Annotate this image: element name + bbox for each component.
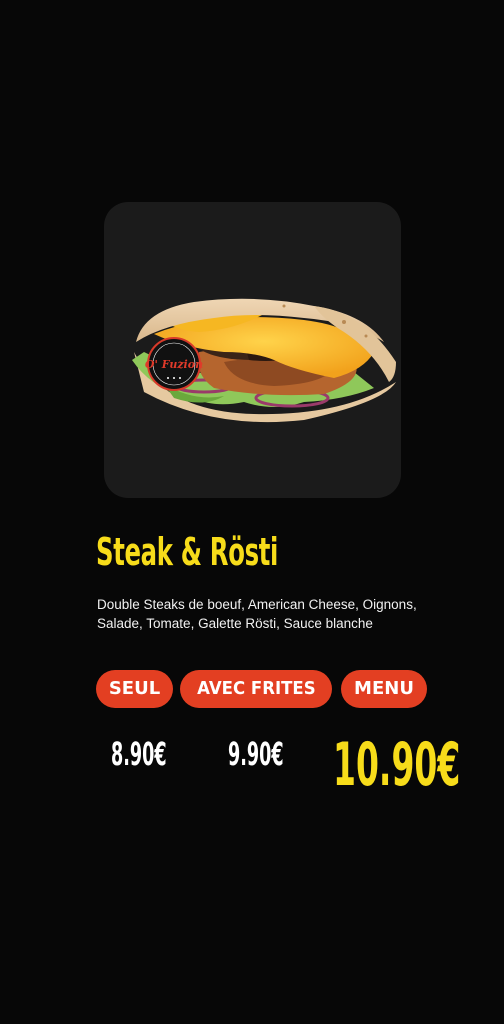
option-seul-button[interactable]: SEUL [96,670,173,708]
svg-text:O' Fuzion: O' Fuzion [145,358,203,371]
price-seul: 8.90€ [111,735,167,773]
product-title: Steak & Rösti [96,530,279,574]
option-menu-button[interactable]: MENU [341,670,427,708]
price-menu: 10.90€ [333,730,461,800]
price-avec-frites: 9.90€ [228,735,284,773]
option-avec-frites-button[interactable]: AVEC FRITES [180,670,332,708]
option-menu-label: MENU [354,678,414,699]
product-image-card: O' Fuzion [104,202,401,498]
option-avec-frites-label: AVEC FRITES [196,678,316,699]
product-description: Double Steaks de boeuf, American Cheese,… [97,597,417,631]
option-seul-label: SEUL [108,678,161,699]
wrap-sandwich-icon: O' Fuzion [132,298,396,423]
